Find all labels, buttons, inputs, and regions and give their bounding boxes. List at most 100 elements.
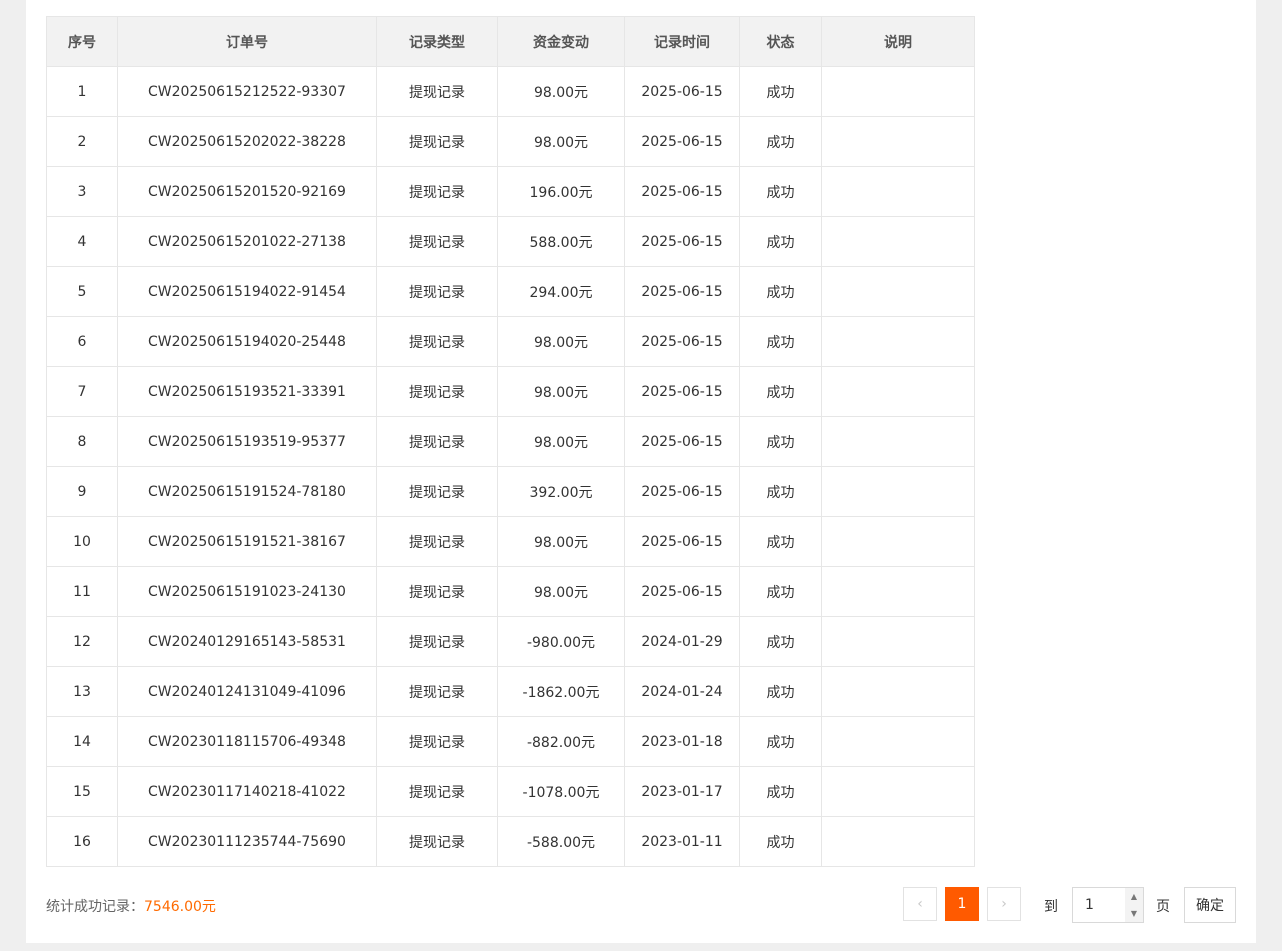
cell-amount: 392.00元 (497, 466, 625, 517)
cell-amount: 98.00元 (497, 516, 625, 567)
cell-type: 提现记录 (376, 466, 498, 517)
cell-index: 8 (46, 416, 118, 467)
cell-amount: 98.00元 (497, 66, 625, 117)
cell-amount: 98.00元 (497, 416, 625, 467)
goto-page-field[interactable]: ▲ ▼ (1072, 887, 1144, 923)
cell-index: 5 (46, 266, 118, 317)
cell-status: 成功 (739, 816, 822, 867)
cell-index: 4 (46, 216, 118, 267)
cell-order-no: CW20250615194020-25448 (117, 316, 377, 367)
cell-amount: -980.00元 (497, 616, 625, 667)
cell-index: 10 (46, 516, 118, 567)
cell-index: 16 (46, 816, 118, 867)
next-page-button[interactable]: › (987, 887, 1021, 921)
cell-order-no: CW20250615193519-95377 (117, 416, 377, 467)
cell-order-no: CW20240124131049-41096 (117, 666, 377, 717)
summary: 统计成功记录：7546.00元 (46, 896, 216, 916)
cell-amount: -1078.00元 (497, 766, 625, 817)
cell-type: 提现记录 (376, 516, 498, 567)
cell-amount: 98.00元 (497, 116, 625, 167)
header-amount: 资金变动 (497, 16, 625, 67)
table-row: 9 CW20250615191524-78180 提现记录 392.00元 2025-0… (46, 466, 975, 517)
cell-note (821, 466, 975, 517)
table-row: 7 CW20250615193521-33391 提现记录 98.00元 2025-06… (46, 366, 975, 417)
cell-index: 15 (46, 766, 118, 817)
stepper-up-icon[interactable]: ▲ (1125, 888, 1143, 905)
cell-note (821, 716, 975, 767)
cell-status: 成功 (739, 766, 822, 817)
cell-note (821, 116, 975, 167)
cell-index: 3 (46, 166, 118, 217)
stepper-down-icon[interactable]: ▼ (1125, 905, 1143, 922)
header-time: 记录时间 (624, 16, 740, 67)
cell-type: 提现记录 (376, 266, 498, 317)
cell-status: 成功 (739, 266, 822, 317)
cell-amount: 294.00元 (497, 266, 625, 317)
table-row: 2 CW20250615202022-38228 提现记录 98.00元 2025-06… (46, 116, 975, 167)
cell-amount: 98.00元 (497, 566, 625, 617)
page-stepper[interactable]: ▲ ▼ (1125, 888, 1143, 922)
cell-time: 2025-06-15 (624, 266, 740, 317)
cell-time: 2025-06-15 (624, 516, 740, 567)
cell-index: 11 (46, 566, 118, 617)
cell-note (821, 416, 975, 467)
table-row: 3 CW20250615201520-92169 提现记录 196.00元 2025-0… (46, 166, 975, 217)
cell-amount: 98.00元 (497, 316, 625, 367)
cell-time: 2025-06-15 (624, 466, 740, 517)
chevron-left-icon: ‹ (917, 896, 923, 912)
page-unit-label: 页 (1156, 899, 1170, 915)
cell-order-no: CW20250615212522-93307 (117, 66, 377, 117)
cell-note (821, 166, 975, 217)
table-row: 16 CW20230111235744-75690 提现记录 -588.00元 2023… (46, 816, 975, 867)
cell-order-no: CW20230118115706-49348 (117, 716, 377, 767)
cell-status: 成功 (739, 716, 822, 767)
cell-note (821, 816, 975, 867)
cell-type: 提现记录 (376, 566, 498, 617)
cell-status: 成功 (739, 316, 822, 367)
cell-time: 2023-01-18 (624, 716, 740, 767)
cell-type: 提现记录 (376, 616, 498, 667)
summary-amount: 7546.00元 (144, 899, 216, 915)
cell-order-no: CW20250615191023-24130 (117, 566, 377, 617)
cell-note (821, 216, 975, 267)
cell-time: 2024-01-24 (624, 666, 740, 717)
cell-time: 2025-06-15 (624, 316, 740, 367)
cell-time: 2024-01-29 (624, 616, 740, 667)
header-type: 记录类型 (376, 16, 498, 67)
cell-note (821, 66, 975, 117)
table-row: 12 CW20240129165143-58531 提现记录 -980.00元 2024… (46, 616, 975, 667)
cell-order-no: CW20250615201520-92169 (117, 166, 377, 217)
cell-note (821, 366, 975, 417)
cell-amount: 588.00元 (497, 216, 625, 267)
table-row: 6 CW20250615194020-25448 提现记录 98.00元 2025-06… (46, 316, 975, 367)
cell-status: 成功 (739, 116, 822, 167)
cell-type: 提现记录 (376, 316, 498, 367)
table-row: 8 CW20250615193519-95377 提现记录 98.00元 2025-06… (46, 416, 975, 467)
cell-index: 13 (46, 666, 118, 717)
cell-note (821, 266, 975, 317)
cell-status: 成功 (739, 416, 822, 467)
records-body: 1 CW20250615212522-93307 提现记录 98.00元 2025-06… (46, 66, 975, 867)
cell-type: 提现记录 (376, 816, 498, 867)
cell-type: 提现记录 (376, 216, 498, 267)
records-table: 序号 订单号 记录类型 资金变动 记录时间 状态 说明 1 CW202506152… (46, 16, 975, 867)
cell-index: 9 (46, 466, 118, 517)
cell-order-no: CW20250615201022-27138 (117, 216, 377, 267)
cell-order-no: CW20250615193521-33391 (117, 366, 377, 417)
table-row: 13 CW20240124131049-41096 提现记录 -1862.00元 202… (46, 666, 975, 717)
cell-status: 成功 (739, 216, 822, 267)
cell-amount: -588.00元 (497, 816, 625, 867)
cell-time: 2025-06-15 (624, 116, 740, 167)
header-index: 序号 (46, 16, 118, 67)
page-button-1[interactable]: 1 (945, 887, 979, 921)
cell-note (821, 766, 975, 817)
cell-index: 7 (46, 366, 118, 417)
cell-type: 提现记录 (376, 116, 498, 167)
cell-time: 2025-06-15 (624, 566, 740, 617)
cell-status: 成功 (739, 616, 822, 667)
prev-page-button[interactable]: ‹ (903, 887, 937, 921)
confirm-button[interactable]: 确定 (1184, 887, 1236, 923)
table-header-row: 序号 订单号 记录类型 资金变动 记录时间 状态 说明 (46, 16, 975, 67)
cell-order-no: CW20250615191524-78180 (117, 466, 377, 517)
cell-note (821, 666, 975, 717)
